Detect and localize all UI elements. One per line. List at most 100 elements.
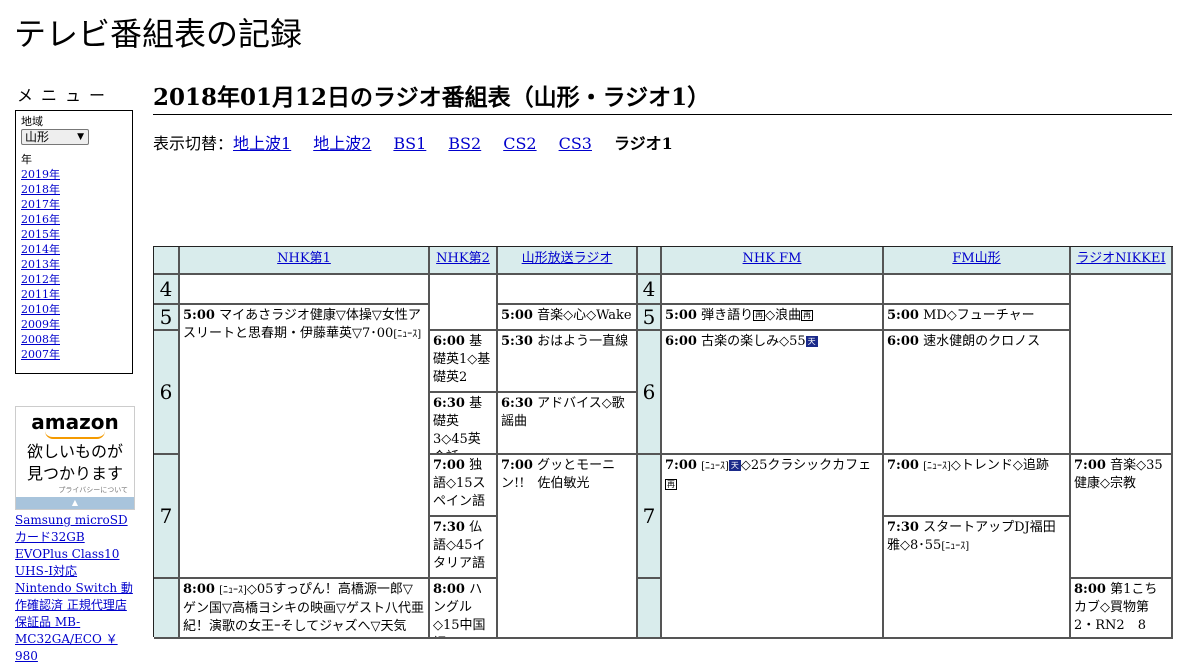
channel-header-nhk1: NHK第1 (180, 247, 430, 275)
switch-current-radio1: ラジオ1 (613, 134, 673, 153)
program-fmy-600[interactable]: 6:00 速水健朗のクロノス (884, 331, 1071, 455)
year-link-2009[interactable]: 2009年 (21, 317, 132, 332)
view-switcher: 表示切替：地上波1 地上波2 BS1 BS2 CS2 CS3 ラジオ1 (153, 134, 695, 154)
program-nikkei-700[interactable]: 7:00 音楽◇35健康◇宗教 (1071, 455, 1173, 579)
chevron-up-icon[interactable]: ▲ (16, 497, 134, 509)
hour-cell-6: 6 (154, 331, 180, 455)
program-time: 5:00 (501, 308, 533, 323)
year-link-2010[interactable]: 2010年 (21, 302, 132, 317)
program-title: おはよう一直線 (537, 334, 629, 349)
program-title: ◇25クラシックカフェ (740, 458, 872, 473)
channel-link-nikkei[interactable]: ラジオNIKKEI (1076, 251, 1165, 266)
switch-link-bs1[interactable]: BS1 (393, 134, 426, 153)
rerun-mark-icon: 再 (753, 310, 766, 321)
program-time: 8:00 (183, 582, 215, 597)
chevron-down-icon: ▼ (77, 132, 84, 142)
program-fm-500[interactable]: 5:00 弾き語り再 ◇浪曲再 (662, 305, 884, 331)
program-fmy-700[interactable]: 7:00 [ﾆｭｰｽ]◇トレンド◇追跡 (884, 455, 1071, 517)
switch-link-chijo1[interactable]: 地上波1 (233, 134, 291, 153)
program-title: 音楽◇心◇Wake (537, 308, 632, 323)
program-time: 5:00 (665, 308, 697, 323)
menu-title: メニュー (17, 86, 114, 105)
hour-cell-6-mid: 6 (638, 331, 662, 455)
year-link-2019[interactable]: 2019年 (21, 167, 132, 182)
program-empty (430, 275, 498, 331)
year-link-2013[interactable]: 2013年 (21, 257, 132, 272)
program-nhk2-800[interactable]: 8:00 ハングル◇15中国語 (430, 579, 498, 639)
program-ybc-500[interactable]: 5:00 音楽◇心◇Wake (498, 305, 638, 331)
program-time: 5:00 (183, 308, 215, 323)
program-time: 6:00 (433, 334, 465, 349)
program-empty (1071, 275, 1173, 455)
program-empty (662, 275, 884, 305)
program-title: 古楽の楽しみ◇55 (701, 334, 806, 349)
program-fmy-730[interactable]: 7:30 スタートアップDJ福田雅◇8･55[ﾆｭｰｽ] (884, 517, 1071, 639)
year-link-2012[interactable]: 2012年 (21, 272, 132, 287)
region-select[interactable]: 山形 ▼ (21, 129, 89, 145)
amazon-logo: amazon (31, 410, 119, 434)
ad-product-link[interactable]: Samsung microSDカード32GB EVOPlus Class10 U… (15, 512, 137, 665)
program-guide-grid: NHK第1 NHK第2 山形放送ラジオ NHK FM FM山形 ラジオNIKKE… (153, 246, 1173, 639)
year-link-2008[interactable]: 2008年 (21, 332, 132, 347)
channel-header-fmyamagata: FM山形 (884, 247, 1071, 275)
channel-link-nhk1[interactable]: NHK第1 (277, 251, 331, 266)
program-nikkei-800[interactable]: 8:00 第1こちカブ◇買物第2・RN2 8 (1071, 579, 1173, 639)
channel-link-nhkfm[interactable]: NHK FM (743, 251, 802, 266)
program-title: 弾き語り (701, 308, 754, 323)
year-link-2014[interactable]: 2014年 (21, 242, 132, 257)
switch-link-chijo2[interactable]: 地上波2 (313, 134, 371, 153)
program-time: 6:00 (887, 334, 919, 349)
news-tag: [ﾆｭｰｽ] (941, 541, 970, 552)
sidebar: メニュー 地域 山形 ▼ 年 2019年 2018年 2017年 2016年 2… (15, 86, 135, 374)
news-tag: [ﾆｭｰｽ] (701, 461, 729, 472)
hour-cell-5-mid: 5 (638, 305, 662, 331)
program-nhk1-800[interactable]: 8:00 [ﾆｭｰｽ]◇05すっぴん！高橋源一郎▽ゲン国▽高橋ヨシキの映画▽ゲス… (180, 579, 430, 639)
program-nhk2-730[interactable]: 7:30 仏語◇45イタリア語 (430, 517, 498, 579)
program-time: 7:00 (1074, 458, 1106, 473)
channel-link-ybc[interactable]: 山形放送ラジオ (522, 251, 613, 266)
program-time: 8:00 (433, 582, 465, 597)
region-label: 地域 (21, 115, 43, 128)
header-corner-2 (638, 247, 662, 275)
program-nhk1-500[interactable]: 5:00 マイあさラジオ健康▽体操▽女性アスリートと思春期・伊藤華英▽7･00[… (180, 305, 430, 579)
page-title: 2018年01月12日のラジオ番組表（山形・ラジオ1） (153, 82, 1172, 115)
year-link-2017[interactable]: 2017年 (21, 197, 132, 212)
program-fm-600[interactable]: 6:00 古楽の楽しみ◇55 天 (662, 331, 884, 455)
year-link-2011[interactable]: 2011年 (21, 287, 132, 302)
program-time: 7:30 (433, 520, 465, 535)
year-link-2015[interactable]: 2015年 (21, 227, 132, 242)
program-nhk2-600[interactable]: 6:00 基礎英1◇基礎英2 (430, 331, 498, 393)
program-time: 6:30 (433, 396, 465, 411)
program-time: 6:00 (665, 334, 697, 349)
year-link-2016[interactable]: 2016年 (21, 212, 132, 227)
switcher-label: 表示切替： (153, 134, 234, 153)
amazon-ad-banner[interactable]: amazon 欲しいものが 見つかります プライバシーについて ▲ (15, 406, 135, 510)
site-title: テレビ番組表の記録 (14, 15, 303, 53)
program-nhk2-700[interactable]: 7:00 独語◇15スペイン語 (430, 455, 498, 517)
program-title-2: ◇浪曲 (765, 308, 802, 323)
channel-link-fmyamagata[interactable]: FM山形 (952, 251, 1000, 266)
hour-cell-4: 4 (154, 275, 180, 305)
program-fm-700[interactable]: 7:00 [ﾆｭｰｽ] 天 ◇25クラシックカフェ再 (662, 455, 884, 639)
ad-privacy-link[interactable]: プライバシーについて (16, 485, 128, 495)
program-empty (884, 275, 1071, 305)
program-ybc-530[interactable]: 5:30 おはよう一直線 (498, 331, 638, 393)
program-title: ◇トレンド◇追跡 (950, 458, 1049, 473)
year-link-2007[interactable]: 2007年 (21, 347, 132, 362)
channel-header-nhk2: NHK第2 (430, 247, 498, 275)
program-ybc-700[interactable]: 7:00 グッとモーニン!! 佐伯敏光 (498, 455, 638, 639)
channel-link-nhk2[interactable]: NHK第2 (436, 251, 490, 266)
switch-link-cs3[interactable]: CS3 (559, 134, 592, 153)
switch-link-bs2[interactable]: BS2 (448, 134, 481, 153)
program-ybc-630[interactable]: 6:30 アドバイス◇歌謡曲 (498, 393, 638, 455)
program-nhk2-630[interactable]: 6:30 基礎英3◇45英会話 (430, 393, 498, 455)
program-time: 7:00 (433, 458, 465, 473)
year-link-2018[interactable]: 2018年 (21, 182, 132, 197)
program-time: 7:00 (501, 458, 533, 473)
region-select-value: 山形 (25, 130, 50, 144)
program-fmy-500[interactable]: 5:00 MD◇フューチャー (884, 305, 1071, 331)
news-tag: [ﾆｭｰｽ] (393, 329, 422, 340)
news-tag: [ﾆｭｰｽ] (923, 461, 951, 472)
program-title: MD◇フューチャー (923, 308, 1035, 323)
switch-link-cs2[interactable]: CS2 (503, 134, 536, 153)
